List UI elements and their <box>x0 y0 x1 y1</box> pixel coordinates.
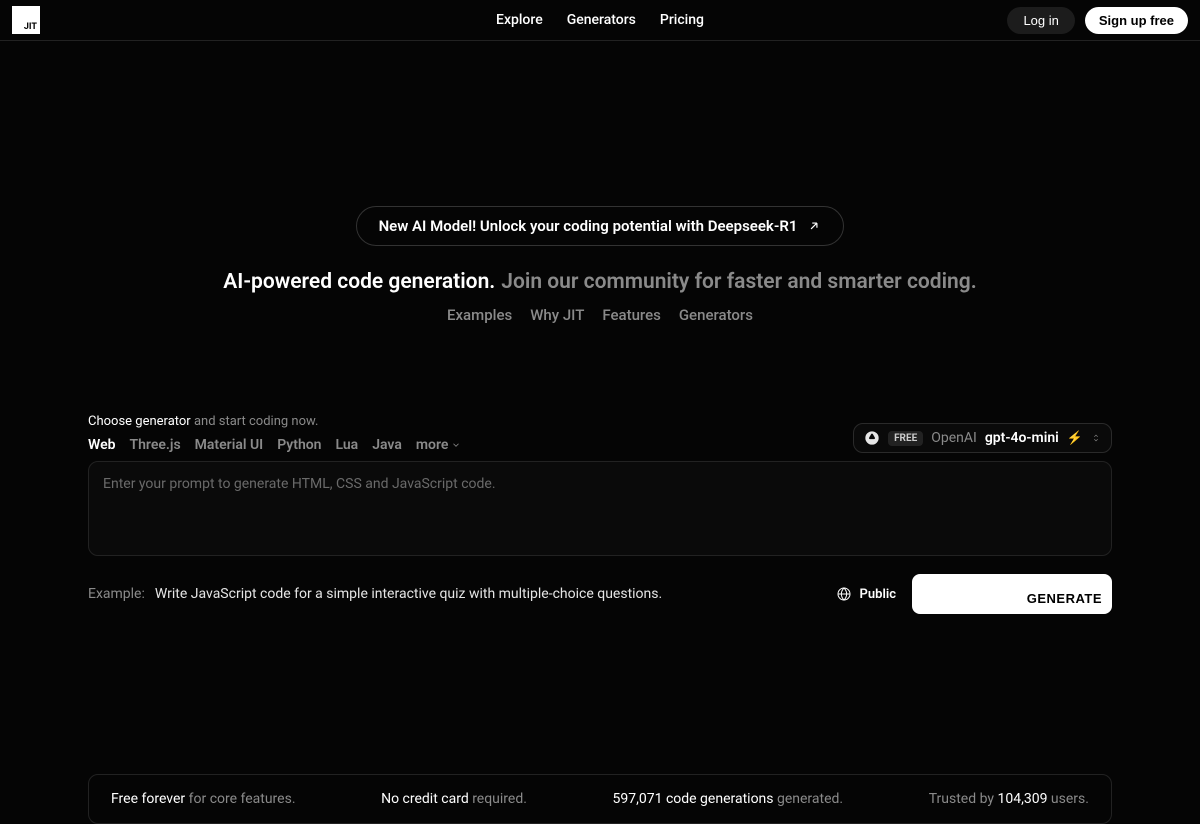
announcement-text: New AI Model! Unlock your coding potenti… <box>379 217 798 235</box>
headline-secondary: Join our community for faster and smarte… <box>501 270 976 294</box>
logo[interactable]: JIT <box>12 6 40 34</box>
stat-users: Trusted by 104,309 users. <box>929 791 1089 807</box>
subnav-examples[interactable]: Examples <box>447 306 512 324</box>
nav-generators[interactable]: Generators <box>567 12 636 28</box>
external-link-icon <box>807 219 821 233</box>
tab-threejs[interactable]: Three.js <box>130 437 181 453</box>
hero-section: New AI Model! Unlock your coding potenti… <box>0 41 1200 324</box>
example-label: Example: <box>88 586 145 602</box>
generator-section: Choose generator and start coding now. W… <box>88 414 1112 614</box>
openai-icon <box>864 430 880 446</box>
example-prompt[interactable]: Example: Write JavaScript code for a sim… <box>88 586 662 602</box>
generator-tabs: Web Three.js Material UI Python Lua Java… <box>88 437 461 453</box>
visibility-toggle[interactable]: Public <box>836 586 896 602</box>
tab-lua[interactable]: Lua <box>336 437 359 453</box>
bolt-icon: ⚡ <box>1067 431 1083 446</box>
hero-subnav: Examples Why JIT Features Generators <box>447 306 753 324</box>
generate-button[interactable]: GENERATE <box>912 574 1112 614</box>
main-nav: Explore Generators Pricing <box>496 12 704 28</box>
header-auth: Log in Sign up free <box>1007 7 1188 34</box>
model-selector[interactable]: FREE OpenAI gpt-4o-mini ⚡ <box>853 423 1112 453</box>
subnav-generators[interactable]: Generators <box>679 306 753 324</box>
stat-free-forever: Free forever for core features. <box>111 791 296 807</box>
header: JIT Explore Generators Pricing Log in Si… <box>0 0 1200 41</box>
nav-explore[interactable]: Explore <box>496 12 543 28</box>
signup-button[interactable]: Sign up free <box>1085 7 1188 34</box>
tab-web[interactable]: Web <box>88 437 116 453</box>
generator-header: Choose generator and start coding now. W… <box>88 414 1112 453</box>
stat-no-credit-card: No credit card required. <box>381 791 527 807</box>
login-button[interactable]: Log in <box>1007 7 1074 34</box>
chevron-down-icon <box>451 440 461 450</box>
prompt-input[interactable] <box>88 461 1112 556</box>
subnav-why[interactable]: Why JIT <box>530 306 584 324</box>
example-text: Write JavaScript code for a simple inter… <box>155 586 662 602</box>
select-updown-icon <box>1091 431 1101 445</box>
tab-java[interactable]: Java <box>372 437 402 453</box>
subnav-features[interactable]: Features <box>602 306 660 324</box>
prompt-footer: Example: Write JavaScript code for a sim… <box>88 574 1112 614</box>
nav-pricing[interactable]: Pricing <box>660 12 704 28</box>
visibility-label: Public <box>860 587 896 602</box>
model-name: gpt-4o-mini <box>985 430 1059 446</box>
announcement-pill[interactable]: New AI Model! Unlock your coding potenti… <box>356 206 845 246</box>
choose-generator-label: Choose generator and start coding now. <box>88 414 461 429</box>
free-badge: FREE <box>888 431 923 446</box>
stats-bar: Free forever for core features. No credi… <box>88 774 1112 824</box>
tab-python[interactable]: Python <box>277 437 321 453</box>
tab-material-ui[interactable]: Material UI <box>195 437 264 453</box>
headline-primary: AI-powered code generation. <box>223 270 495 294</box>
headline: AI-powered code generation. Join our com… <box>223 270 976 294</box>
globe-icon <box>836 586 852 602</box>
tab-more[interactable]: more <box>416 437 462 453</box>
stat-generations: 597,071 code generations generated. <box>613 791 844 807</box>
model-brand: OpenAI <box>931 430 977 446</box>
